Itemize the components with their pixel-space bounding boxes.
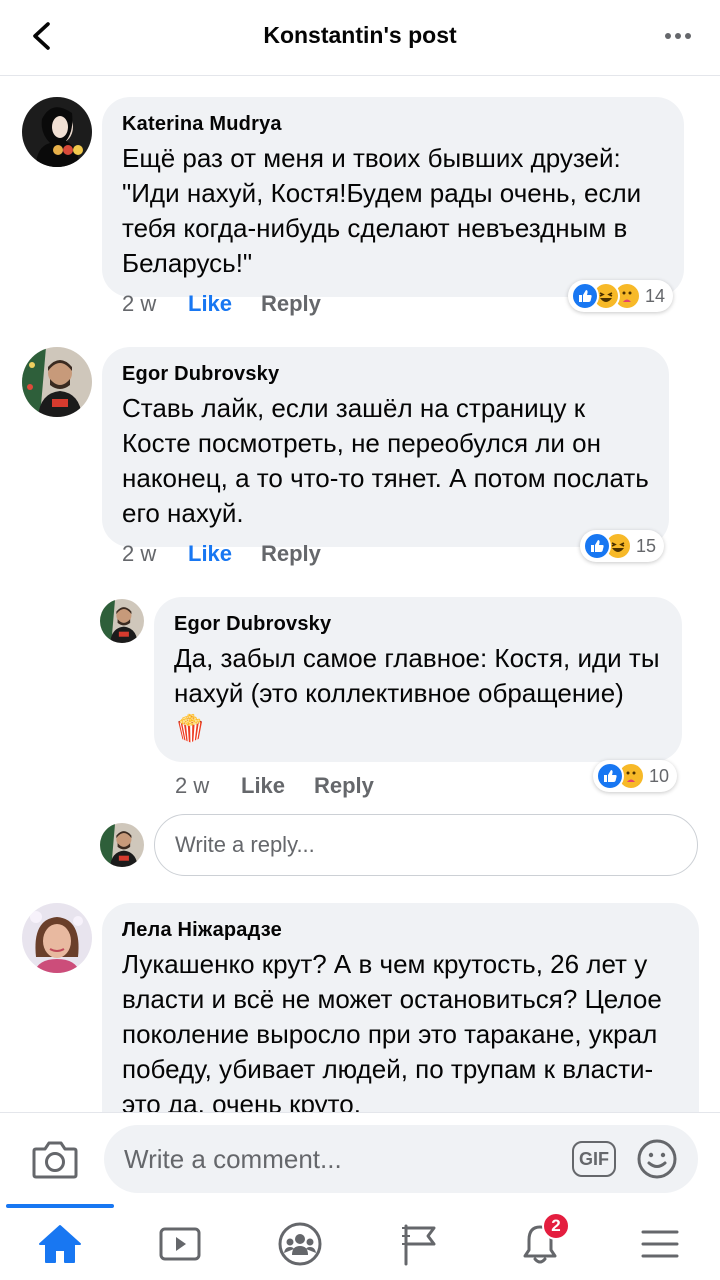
active-tab-indicator <box>6 1204 114 1208</box>
comment-actions: 2 w Like Reply <box>122 291 321 317</box>
reaction-summary[interactable]: 10 <box>593 760 678 792</box>
like-icon <box>596 762 624 790</box>
like-button[interactable]: Like <box>241 773 314 799</box>
avatar[interactable] <box>100 599 144 643</box>
gif-button[interactable]: GIF <box>572 1141 616 1177</box>
comment-actions: 2 w Like Reply <box>122 541 321 567</box>
comment-author[interactable]: Лела Ніжарадзе <box>122 917 679 943</box>
home-icon <box>39 1225 81 1263</box>
comment-time[interactable]: 2 w <box>175 773 241 799</box>
write-reply-placeholder: Write a reply... <box>175 832 315 857</box>
tab-menu[interactable] <box>630 1218 690 1270</box>
dot-icon <box>675 33 681 39</box>
reaction-summary[interactable]: 14 <box>568 280 674 312</box>
dot-icon <box>685 33 691 39</box>
page-title: Konstantin's post <box>263 22 457 48</box>
smiley-icon <box>637 1139 677 1179</box>
comment-time[interactable]: 2 w <box>122 291 188 317</box>
tab-notifications[interactable]: 2 <box>510 1212 570 1270</box>
reaction-count: 15 <box>636 535 657 556</box>
top-bar: Konstantin's post <box>0 0 720 76</box>
comment-bubble[interactable]: Katerina Mudrya Ещё раз от меня и твоих … <box>102 97 684 297</box>
comments-feed[interactable]: Katerina Mudrya Ещё раз от меня и твоих … <box>0 77 720 1112</box>
avatar[interactable] <box>22 347 92 417</box>
tab-groups[interactable] <box>270 1218 330 1270</box>
gif-label: GIF <box>579 1148 609 1169</box>
groups-icon <box>278 1222 322 1266</box>
watch-icon <box>159 1227 201 1261</box>
more-options-button[interactable] <box>658 18 698 54</box>
write-reply-input[interactable]: Write a reply... <box>154 814 698 876</box>
comment-text: Да, забыл самое главное: Костя, иди ты н… <box>174 643 660 743</box>
like-icon <box>583 532 611 560</box>
comment-text: Лукашенко крут? А в чем крутость, 26 лет… <box>122 949 662 1112</box>
reply-bubble[interactable]: Egor Dubrovsky Да, забыл самое главное: … <box>154 597 682 762</box>
avatar[interactable] <box>22 903 92 973</box>
pages-flag-icon <box>402 1224 436 1266</box>
comment-time[interactable]: 2 w <box>122 541 188 567</box>
camera-button[interactable] <box>30 1135 80 1183</box>
dot-icon <box>665 33 671 39</box>
comment-bubble[interactable]: Лела Ніжарадзе Лукашенко крут? А в чем к… <box>102 903 699 1112</box>
comment-actions: 2 w Like Reply <box>175 773 374 799</box>
tab-watch[interactable] <box>150 1218 210 1270</box>
comment-author[interactable]: Egor Dubrovsky <box>174 611 662 637</box>
reaction-count: 10 <box>649 765 670 786</box>
reaction-count: 14 <box>645 285 666 306</box>
like-button[interactable]: Like <box>188 291 261 317</box>
reply-button[interactable]: Reply <box>261 541 321 567</box>
comment-composer: Write a comment... GIF <box>0 1112 720 1204</box>
like-button[interactable]: Like <box>188 541 261 567</box>
notifications-badge: 2 <box>542 1212 570 1240</box>
comment-text: Ещё раз от меня и твоих бывших друзей: "… <box>122 143 642 278</box>
comment-bubble[interactable]: Egor Dubrovsky Ставь лайк, если зашёл на… <box>102 347 669 547</box>
comment-text: Ставь лайк, если зашёл на страницу к Кос… <box>122 393 649 528</box>
tab-home[interactable] <box>30 1218 90 1270</box>
like-icon <box>571 282 599 310</box>
tab-pages[interactable] <box>390 1218 450 1270</box>
bottom-tab-bar: 2 <box>0 1204 720 1280</box>
avatar[interactable] <box>22 97 92 167</box>
emoji-button[interactable] <box>636 1138 678 1180</box>
avatar <box>100 823 144 867</box>
menu-icon <box>641 1230 679 1258</box>
reply-button[interactable]: Reply <box>314 773 374 799</box>
comment-author[interactable]: Egor Dubrovsky <box>122 361 649 387</box>
reaction-summary[interactable]: 15 <box>580 530 665 562</box>
camera-icon <box>32 1141 78 1179</box>
reply-button[interactable]: Reply <box>261 291 321 317</box>
comment-input-placeholder: Write a comment... <box>124 1143 342 1174</box>
comment-author[interactable]: Katerina Mudrya <box>122 111 664 137</box>
